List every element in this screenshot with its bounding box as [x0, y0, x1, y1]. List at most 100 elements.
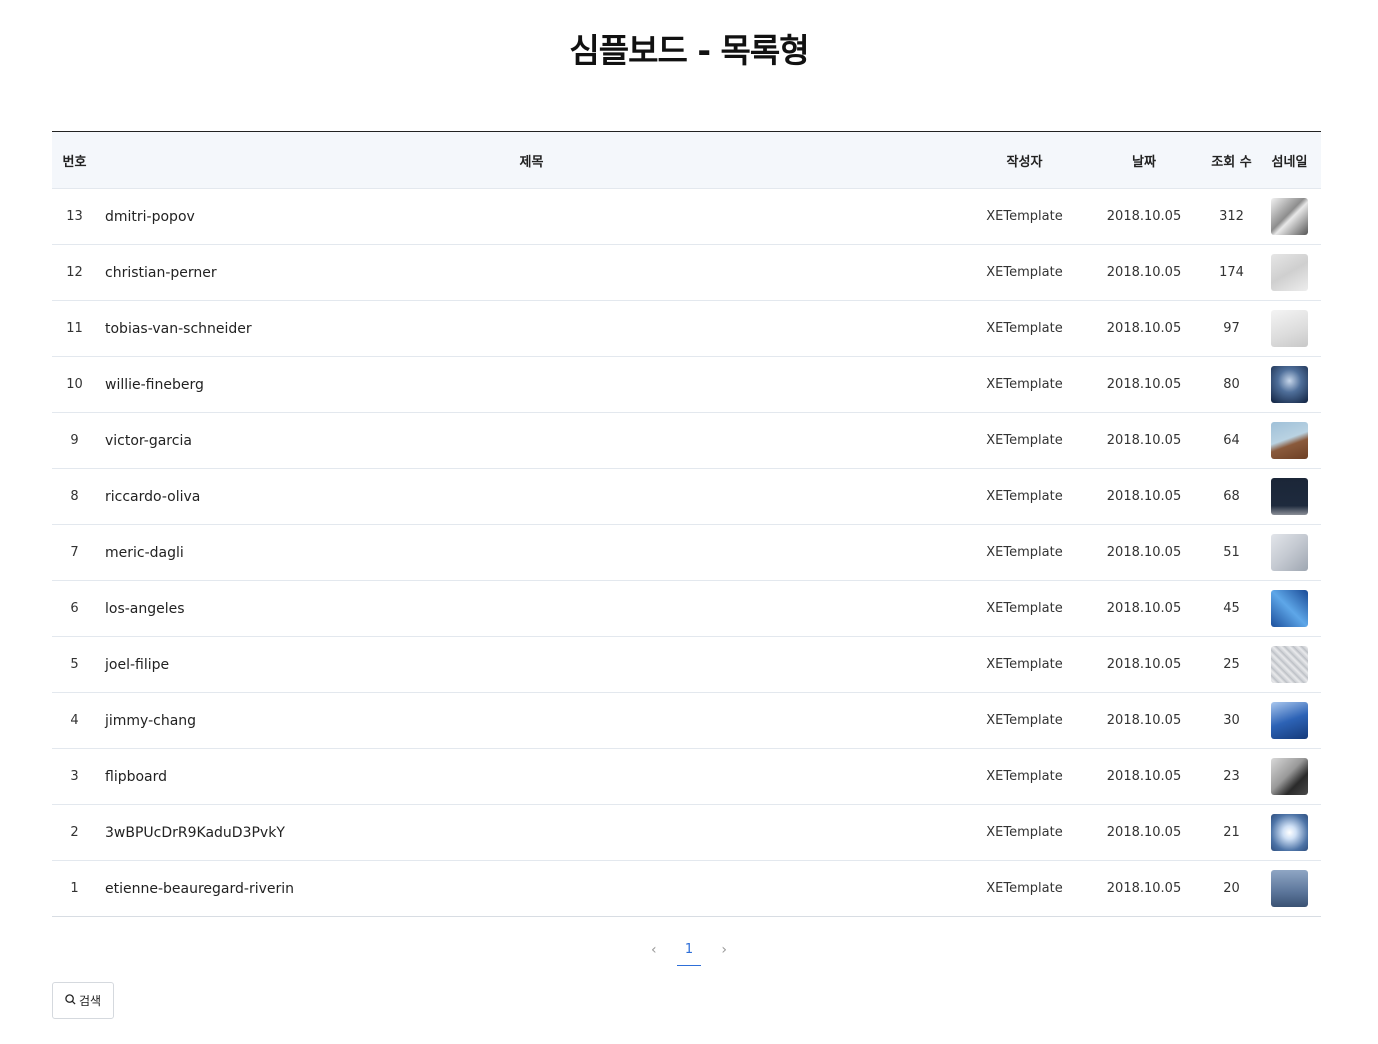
row-views: 80: [1205, 356, 1258, 413]
row-date: 2018.10.05: [1083, 692, 1205, 749]
header-date: 날짜: [1083, 131, 1205, 189]
table-row[interactable]: 7 meric-dagli XETemplate 2018.10.05 51: [52, 524, 1321, 581]
post-title-link[interactable]: 3wBPUcDrR9KaduD3PvkY: [105, 825, 285, 841]
row-thumbnail-cell: [1258, 412, 1321, 469]
header-title: 제목: [97, 131, 966, 189]
post-title-link[interactable]: meric-dagli: [105, 545, 184, 561]
row-author: XETemplate: [966, 860, 1083, 917]
thumbnail-image[interactable]: [1271, 590, 1308, 627]
search-icon: [65, 993, 76, 1008]
table-row[interactable]: 6 los-angeles XETemplate 2018.10.05 45: [52, 580, 1321, 637]
row-thumbnail-cell: [1258, 468, 1321, 525]
row-title-cell: joel-filipe: [97, 636, 966, 693]
row-date: 2018.10.05: [1083, 524, 1205, 581]
row-date: 2018.10.05: [1083, 748, 1205, 805]
table-row[interactable]: 2 3wBPUcDrR9KaduD3PvkY XETemplate 2018.10.0…: [52, 804, 1321, 861]
row-author: XETemplate: [966, 692, 1083, 749]
table-row[interactable]: 3 flipboard XETemplate 2018.10.05 23: [52, 748, 1321, 805]
row-views: 30: [1205, 692, 1258, 749]
row-author: XETemplate: [966, 468, 1083, 525]
row-title-cell: flipboard: [97, 748, 966, 805]
row-views: 51: [1205, 524, 1258, 581]
table-row[interactable]: 10 willie-fineberg XETemplate 2018.10.05 80: [52, 356, 1321, 413]
row-date: 2018.10.05: [1083, 356, 1205, 413]
row-author: XETemplate: [966, 636, 1083, 693]
post-title-link[interactable]: joel-filipe: [105, 657, 169, 673]
thumbnail-image[interactable]: [1271, 534, 1308, 571]
row-title-cell: los-angeles: [97, 580, 966, 637]
table-row[interactable]: 1 etienne-beauregard-riverin XETemplate 201…: [52, 860, 1321, 917]
row-author: XETemplate: [966, 356, 1083, 413]
post-title-link[interactable]: victor-garcia: [105, 433, 192, 449]
thumbnail-image[interactable]: [1271, 814, 1308, 851]
thumbnail-image[interactable]: [1271, 870, 1308, 907]
row-title-cell: willie-fineberg: [97, 356, 966, 413]
table-row[interactable]: 13 dmitri-popov XETemplate 2018.10.05 312: [52, 188, 1321, 245]
thumbnail-image[interactable]: [1271, 646, 1308, 683]
row-author: XETemplate: [966, 580, 1083, 637]
table-row[interactable]: 9 victor-garcia XETemplate 2018.10.05 64: [52, 412, 1321, 469]
thumbnail-image[interactable]: [1271, 366, 1308, 403]
row-title-cell: etienne-beauregard-riverin: [97, 860, 966, 917]
row-date: 2018.10.05: [1083, 804, 1205, 861]
table-row[interactable]: 5 joel-filipe XETemplate 2018.10.05 25: [52, 636, 1321, 693]
post-title-link[interactable]: los-angeles: [105, 601, 185, 617]
row-number: 4: [52, 692, 97, 749]
row-views: 21: [1205, 804, 1258, 861]
row-thumbnail-cell: [1258, 356, 1321, 413]
thumbnail-image[interactable]: [1271, 254, 1308, 291]
row-number: 12: [52, 244, 97, 301]
post-title-link[interactable]: christian-perner: [105, 265, 217, 281]
post-title-link[interactable]: flipboard: [105, 769, 167, 785]
row-number: 2: [52, 804, 97, 861]
thumbnail-image[interactable]: [1271, 758, 1308, 795]
chevron-right-icon[interactable]: ›: [713, 942, 735, 958]
row-author: XETemplate: [966, 188, 1083, 245]
row-thumbnail-cell: [1258, 860, 1321, 917]
row-date: 2018.10.05: [1083, 636, 1205, 693]
row-number: 10: [52, 356, 97, 413]
row-thumbnail-cell: [1258, 804, 1321, 861]
row-title-cell: victor-garcia: [97, 412, 966, 469]
row-date: 2018.10.05: [1083, 860, 1205, 917]
row-views: 23: [1205, 748, 1258, 805]
row-title-cell: jimmy-chang: [97, 692, 966, 749]
row-thumbnail-cell: [1258, 748, 1321, 805]
row-title-cell: meric-dagli: [97, 524, 966, 581]
post-title-link[interactable]: jimmy-chang: [105, 713, 196, 729]
table-row[interactable]: 4 jimmy-chang XETemplate 2018.10.05 30: [52, 692, 1321, 749]
thumbnail-image[interactable]: [1271, 422, 1308, 459]
thumbnail-image[interactable]: [1271, 478, 1308, 515]
post-title-link[interactable]: riccardo-oliva: [105, 489, 200, 505]
search-button[interactable]: 검색: [52, 982, 114, 1019]
row-number: 6: [52, 580, 97, 637]
row-views: 45: [1205, 580, 1258, 637]
pagination: ‹ 1 ›: [0, 934, 1378, 966]
post-title-link[interactable]: willie-fineberg: [105, 377, 204, 393]
row-number: 1: [52, 860, 97, 917]
thumbnail-image[interactable]: [1271, 198, 1308, 235]
row-number: 9: [52, 412, 97, 469]
row-views: 174: [1205, 244, 1258, 301]
post-title-link[interactable]: dmitri-popov: [105, 209, 195, 225]
thumbnail-image[interactable]: [1271, 702, 1308, 739]
row-date: 2018.10.05: [1083, 580, 1205, 637]
row-thumbnail-cell: [1258, 300, 1321, 357]
row-thumbnail-cell: [1258, 188, 1321, 245]
row-author: XETemplate: [966, 748, 1083, 805]
row-title-cell: christian-perner: [97, 244, 966, 301]
table-header-row: 번호 제목 작성자 날짜 조회 수 섬네일: [52, 131, 1321, 189]
board-table: 번호 제목 작성자 날짜 조회 수 섬네일 13 dmitri-popov XETe…: [52, 131, 1321, 917]
row-author: XETemplate: [966, 244, 1083, 301]
page-link-current[interactable]: 1: [677, 934, 701, 966]
post-title-link[interactable]: tobias-van-schneider: [105, 321, 252, 337]
table-row[interactable]: 11 tobias-van-schneider XETemplate 2018.10.…: [52, 300, 1321, 357]
table-row[interactable]: 8 riccardo-oliva XETemplate 2018.10.05 68: [52, 468, 1321, 525]
thumbnail-image[interactable]: [1271, 310, 1308, 347]
table-row[interactable]: 12 christian-perner XETemplate 2018.10.05 17…: [52, 244, 1321, 301]
chevron-left-icon[interactable]: ‹: [643, 942, 665, 958]
row-date: 2018.10.05: [1083, 412, 1205, 469]
row-thumbnail-cell: [1258, 524, 1321, 581]
post-title-link[interactable]: etienne-beauregard-riverin: [105, 881, 294, 897]
row-number: 8: [52, 468, 97, 525]
